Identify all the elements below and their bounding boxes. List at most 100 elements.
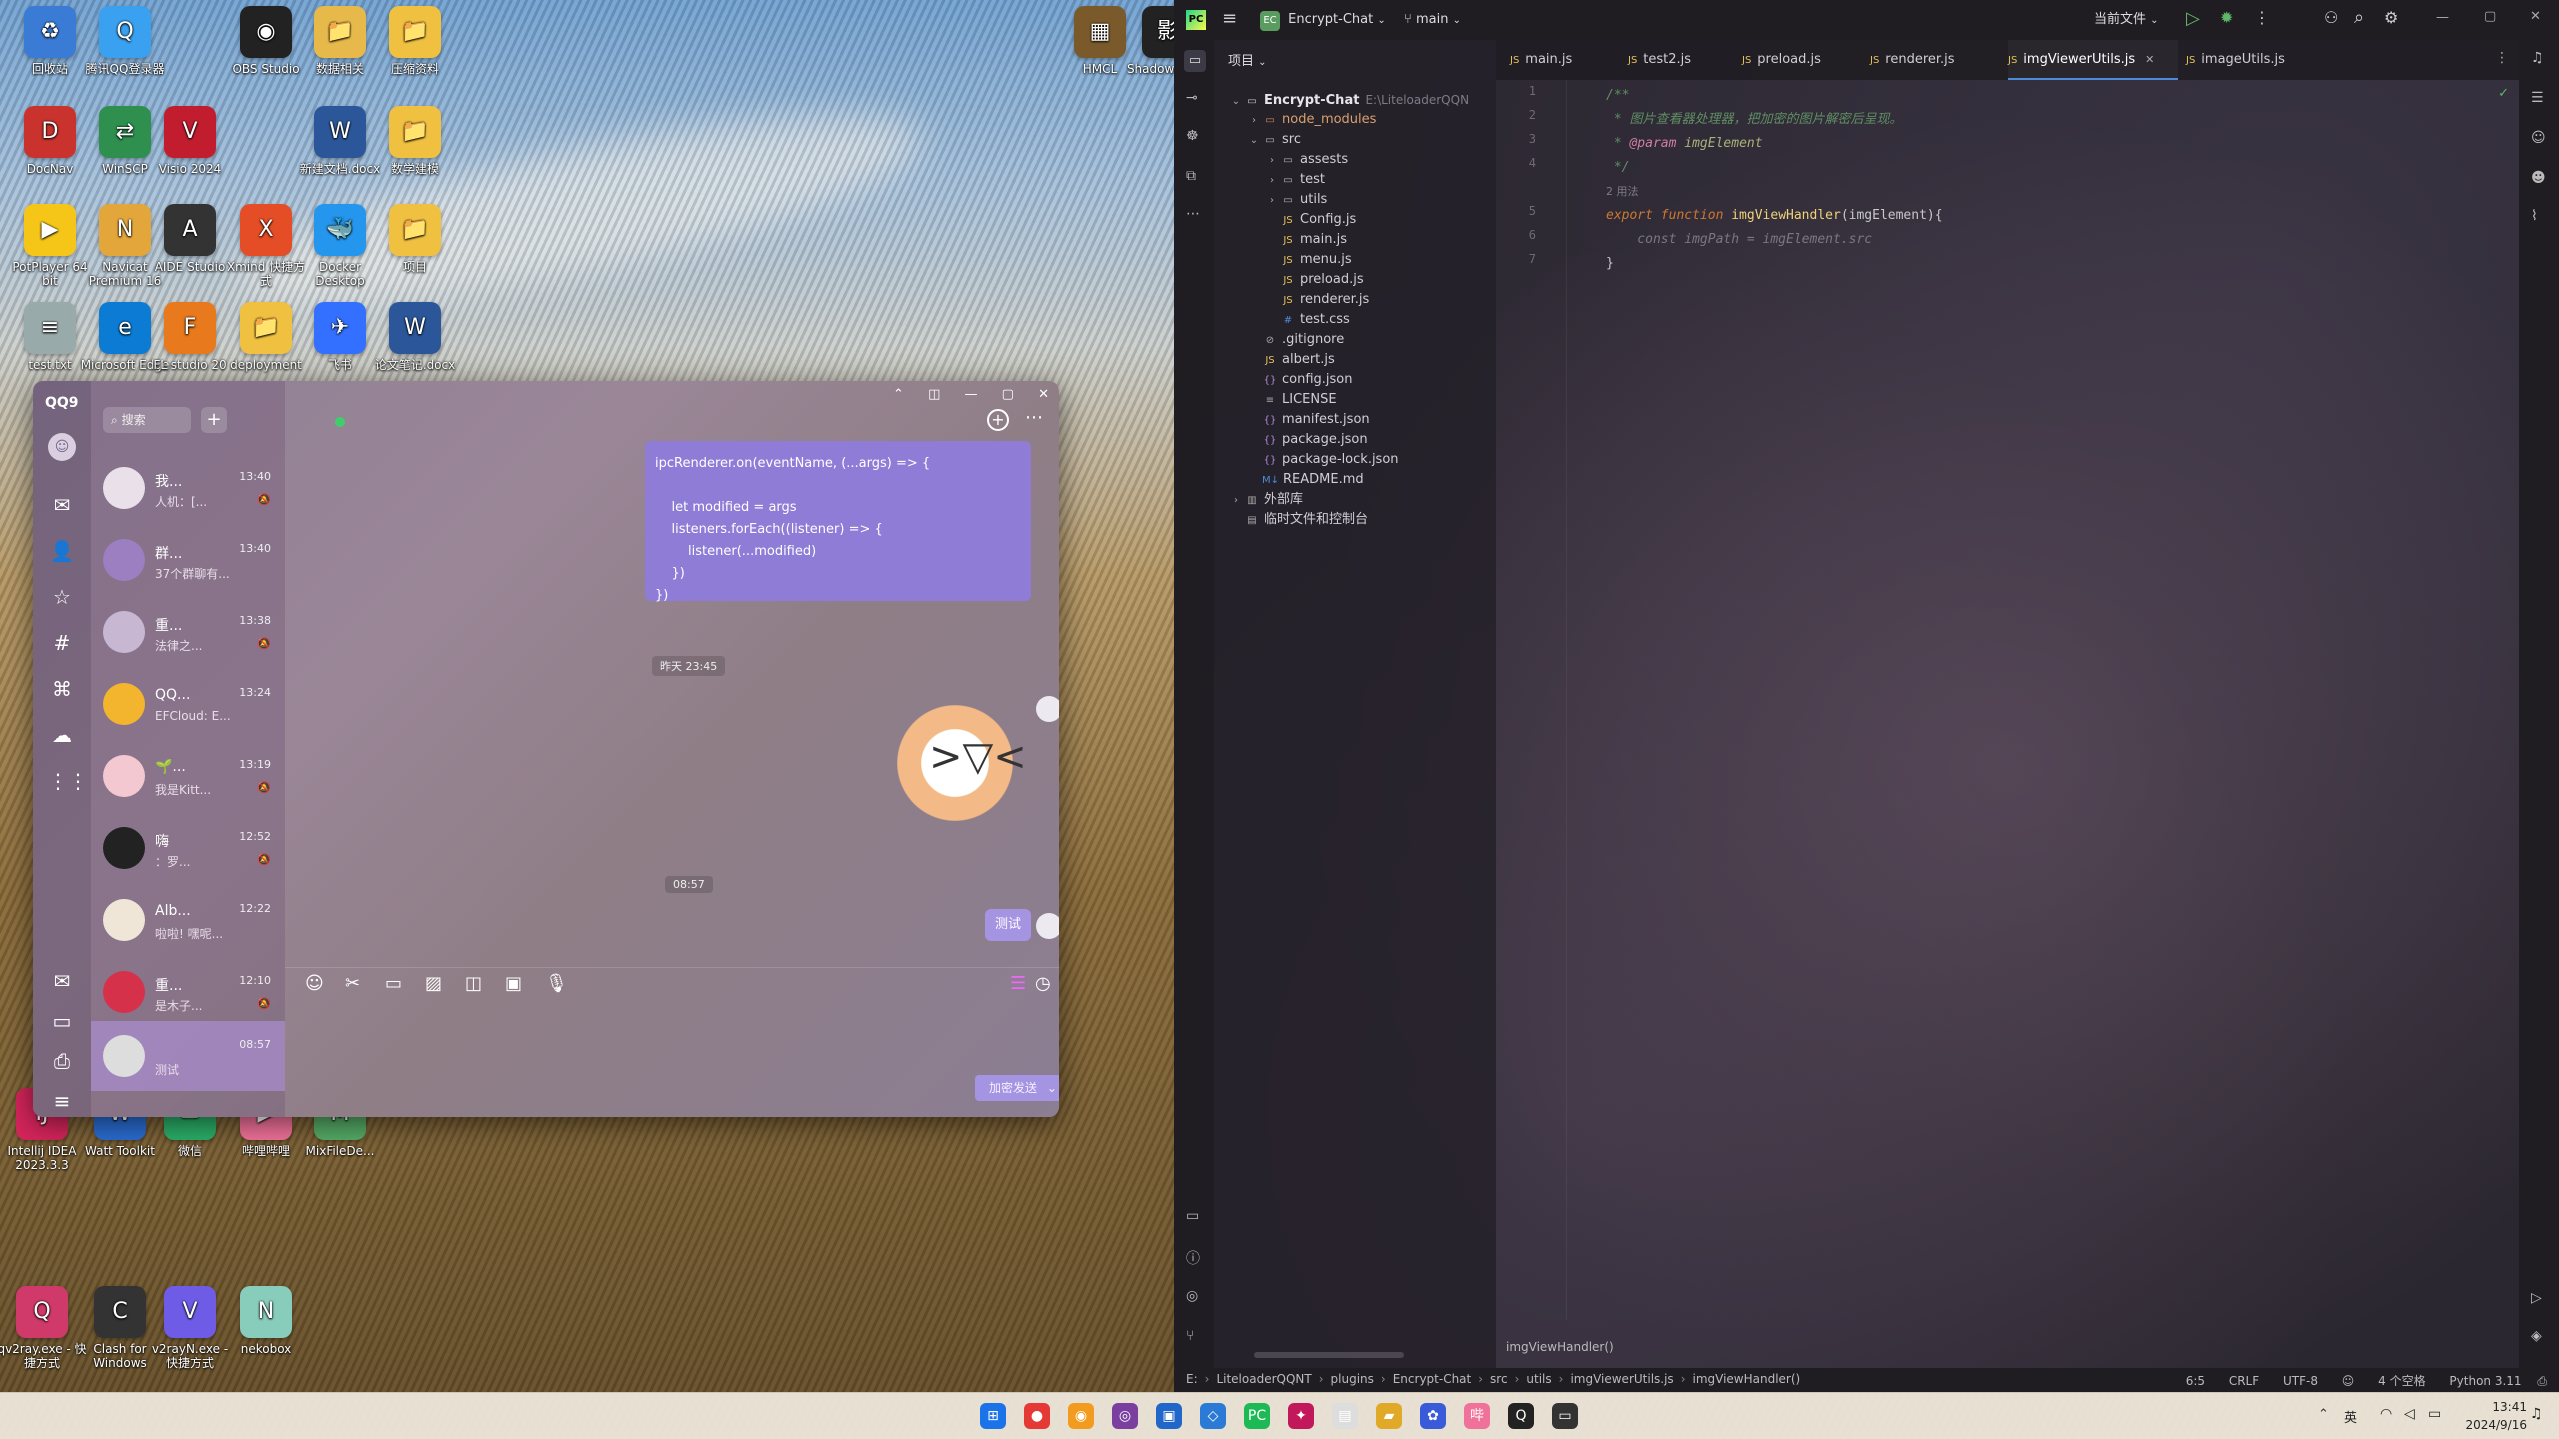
status-path-item[interactable]: imgViewerUtils.js [1570,1372,1673,1386]
desktop-icon[interactable]: Qqv2ray.exe - 快捷方式 [0,1286,87,1371]
layout-icon[interactable]: ◫ [928,387,940,402]
history-icon[interactable]: ◷ [1035,973,1051,994]
usages-hint[interactable]: 2 用法 [1606,180,1639,204]
favorite-icon[interactable]: ☆ [48,583,76,611]
debug-icon[interactable]: ✹ [2220,8,2233,27]
taskbar-app-icon[interactable]: ⊞ [980,1403,1006,1429]
taskbar-app-icon[interactable]: ◇ [1200,1403,1226,1429]
more-icon[interactable]: ⋯ [1025,407,1043,428]
desktop-icon[interactable]: Q 腾讯QQ登录器 [80,6,170,76]
taskbar-app-icon[interactable]: ✿ [1420,1403,1446,1429]
clock[interactable]: 13:41 2024/9/16 [2455,1398,2527,1434]
send-options-icon[interactable]: ⌄ [1047,1081,1057,1095]
coverage-icon[interactable]: ⌇ [2531,208,2538,224]
tree-item[interactable]: JS albert.js [1246,350,1334,370]
tree-item[interactable]: › ▭ assests [1264,150,1348,170]
tree-item[interactable]: M↓ README.md [1246,470,1364,490]
chevron-right-icon[interactable]: › [1264,171,1280,191]
chevron-right-icon[interactable]: › [1264,151,1280,171]
line-separator[interactable]: CRLF [2229,1374,2259,1388]
gift-icon[interactable]: ▣ [505,973,522,994]
avatar[interactable]: ☺ [48,433,76,461]
tab-test2-js[interactable]: JS test2.js [1628,40,1734,80]
taskbar-app-icon[interactable]: Q [1508,1403,1534,1429]
copilot-icon[interactable]: ☺ [2531,130,2546,146]
list-item[interactable]: Alb... 啦啦! 嘿呢... 12:22 [91,885,285,957]
search-box[interactable]: ⌕ 搜索 [103,407,191,433]
list-item[interactable]: 我... 人机：[... 13:40 🔕 [91,453,285,525]
tree-item[interactable]: JS main.js [1264,230,1347,250]
code-editor[interactable]: 1 2 3 4 5 6 7 /** * 图片查看器处理器，把加密的图片解密后呈现… [1496,80,2519,1354]
tree-item[interactable]: JS Config.js [1264,210,1356,230]
status-path-item[interactable]: utils [1526,1372,1551,1386]
chevron-down-icon[interactable]: ⌄ [1228,92,1244,112]
status-path-item[interactable]: E: [1186,1372,1198,1386]
tree-item[interactable]: {} package.json [1246,430,1368,450]
project-panel-header[interactable]: 项目 ⌄ [1228,50,1267,69]
mail-icon[interactable]: ✉ [48,967,76,995]
structure-icon[interactable]: ⧉ [1186,168,1196,184]
project-view-icon[interactable]: ▭ [1184,50,1206,72]
ai-status-icon[interactable]: ☺ [2342,1374,2355,1388]
tree-item[interactable]: JS preload.js [1264,270,1363,290]
tree-item[interactable]: {} config.json [1246,370,1353,390]
run-panel-icon[interactable]: ▷ [2531,1290,2542,1306]
minimize-icon[interactable]: — [965,387,978,402]
horizontal-scrollbar[interactable] [1254,1352,1404,1358]
tab-imgviewerutils-js[interactable]: JS imgViewerUtils.js ✕ [2008,40,2178,80]
battery-icon[interactable]: ▭ [2428,1406,2441,1422]
indent-setting[interactable]: 4 个空格 [2378,1374,2425,1388]
tab-renderer-js[interactable]: JS renderer.js [1870,40,2000,80]
status-path-item[interactable]: LiteloaderQQNT [1216,1372,1311,1386]
message-icon[interactable]: ✉ [48,491,76,519]
tray-overflow-icon[interactable]: ⌃ [2318,1407,2329,1422]
project-selector[interactable]: EC Encrypt-Chat ⌄ [1260,9,1386,32]
more-tools-icon[interactable]: ⋯ [1186,206,1200,222]
apps-grid-icon[interactable]: ⋮⋮ [48,767,88,795]
tree-item[interactable]: ⊘ .gitignore [1246,330,1344,350]
volume-icon[interactable]: ◁ [2404,1406,2415,1422]
scissors-icon[interactable]: ✂ [345,973,360,994]
database-icon[interactable]: ☰ [2531,90,2544,106]
chevron-down-icon[interactable]: ⌄ [1246,131,1262,151]
chevron-right-icon[interactable]: › [1264,191,1280,211]
add-button[interactable]: + [201,407,227,433]
tree-item[interactable]: JS menu.js [1264,250,1351,270]
folder-icon[interactable]: ▭ [48,1007,76,1035]
encrypt-send-button[interactable]: 加密发送 ⌄ [975,1075,1059,1101]
taskbar-app-icon[interactable]: ◎ [1112,1403,1138,1429]
taskbar-app-icon[interactable]: ▤ [1332,1403,1358,1429]
input-language[interactable]: 英 [2344,1407,2357,1426]
message-input[interactable] [301,1005,1041,1075]
tab-preload-js[interactable]: JS preload.js [1742,40,1862,80]
add-user-icon[interactable]: ⚇ [2324,8,2338,27]
shake-icon[interactable]: ◫ [465,973,482,994]
desktop-icon[interactable]: 📁 项目 [370,204,460,274]
close-tab-icon[interactable]: ✕ [2145,53,2154,66]
list-item[interactable]: 重... 是木子... 12:10 🔕 [91,957,285,1029]
notification-bell-icon[interactable]: ♫ [2530,1406,2543,1422]
contacts-icon[interactable]: 👤 [48,537,76,565]
tree-item[interactable]: › ▭ test [1264,170,1325,190]
desktop-icon[interactable]: V Visio 2024 [145,106,235,176]
list-item[interactable]: 群... 37个群聊有... 13:40 [91,525,285,597]
list-item[interactable]: 测试 08:57 [91,1021,285,1091]
desktop-icon[interactable]: 📁 数学建模 [370,106,460,176]
tree-item[interactable]: ⌄ ▭ src [1246,130,1301,150]
bookmark-icon[interactable]: ⎙ [48,1047,76,1075]
terminal-icon[interactable]: ▭ [1186,1208,1199,1224]
tree-item[interactable]: ▤ 临时文件和控制台 [1228,510,1368,530]
tabs-menu-icon[interactable]: ⋮ [2495,50,2509,66]
tab-imageutils-js[interactable]: JS imageUtils.js [2186,40,2312,80]
chevron-right-icon[interactable]: › [1228,491,1244,511]
tree-item[interactable]: JS renderer.js [1264,290,1369,310]
menu-icon[interactable]: ≡ [48,1087,76,1115]
taskbar-app-icon[interactable]: ◉ [1068,1403,1094,1429]
status-path-item[interactable]: imgViewHandler() [1693,1372,1801,1386]
commit-icon[interactable]: ⊸ [1186,90,1198,106]
tree-item[interactable]: › ▭ utils [1264,190,1327,210]
branch-selector[interactable]: ⑂ main ⌄ [1404,9,1461,32]
status-path-item[interactable]: src [1490,1372,1508,1386]
tree-item[interactable]: {} package-lock.json [1246,450,1399,470]
taskbar-app-icon[interactable]: 哔 [1464,1403,1490,1429]
